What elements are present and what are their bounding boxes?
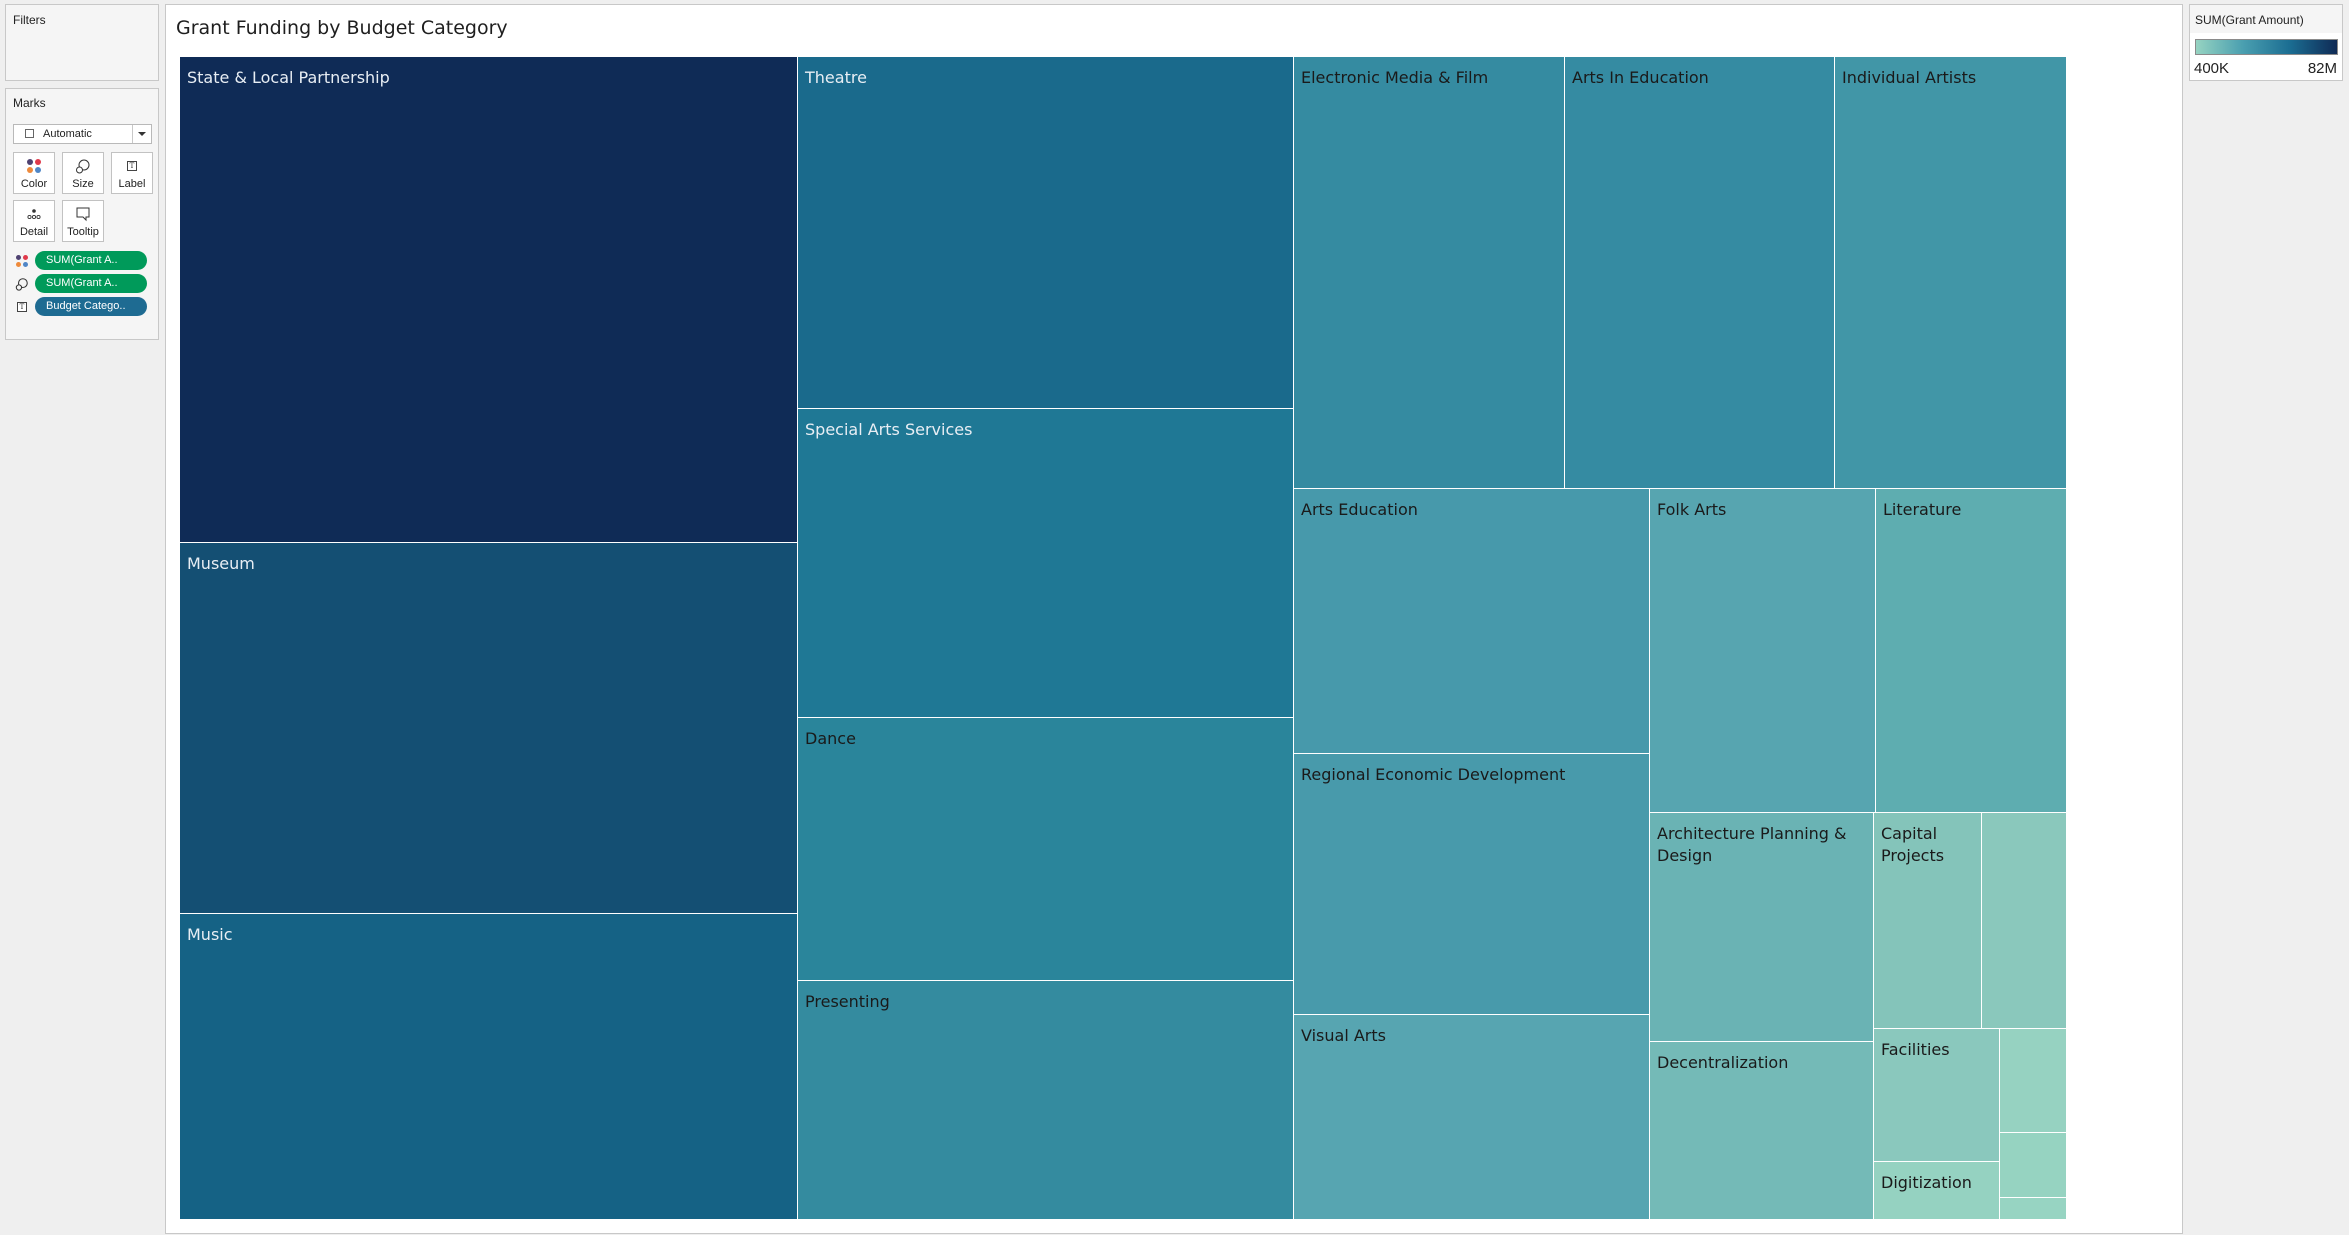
treemap-tile-electronic-media-and-film[interactable]: Electronic Media & Film [1294,57,1565,489]
treemap-tile-individual-artists[interactable]: Individual Artists [1835,57,2067,489]
tooltip-button[interactable]: Tooltip [62,200,104,242]
treemap-tile-unlabeled-18[interactable] [1982,813,2067,1029]
tooltip-button-label: Tooltip [67,226,99,238]
treemap-tile-label: Visual Arts [1301,1026,1386,1045]
treemap-tile-literature[interactable]: Literature [1876,489,2067,813]
tooltip-speech-icon [63,206,103,222]
size-button[interactable]: Size [62,152,104,194]
treemap-tile-regional-economic-development[interactable]: Regional Economic Development [1294,754,1650,1015]
label-text-icon: T [112,158,152,174]
treemap-tile-unlabeled-22[interactable] [2000,1133,2067,1198]
color-button-label: Color [20,178,48,190]
treemap-tile-label: Theatre [805,68,867,87]
treemap-tile-arts-education[interactable]: Arts Education [1294,489,1650,754]
treemap-tile-decentralization[interactable]: Decentralization [1650,1042,1874,1220]
label-text-icon: T [15,300,29,314]
legend-min-label: 400K [2194,60,2230,77]
treemap-tile-label: Digitization [1881,1173,1972,1192]
size-circles-icon [63,158,103,174]
color-button[interactable]: Color [13,152,55,194]
treemap-tile-label: Special Arts Services [805,420,973,439]
treemap-tile-museum[interactable]: Museum [180,543,798,914]
treemap-tile-music[interactable]: Music [180,914,798,1220]
treemap: State & Local Partnership Museum Music Thea… [180,57,2067,1220]
treemap-tile-label: Arts Education [1301,500,1418,519]
chevron-down-icon[interactable] [132,125,151,143]
detail-button-label: Detail [19,226,49,238]
treemap-tile-label: Architecture Planning & Design [1657,824,1847,865]
treemap-tile-facilities[interactable]: Facilities [1874,1029,2000,1162]
detail-dots-icon [14,206,54,222]
treemap-tile-theatre[interactable]: Theatre [798,57,1294,409]
treemap-tile-special-arts-services[interactable]: Special Arts Services [798,409,1294,718]
marks-title: Marks [13,96,46,110]
label-button[interactable]: T Label [111,152,153,194]
legend-gradient-bar [2195,39,2338,55]
treemap-tile-folk-arts[interactable]: Folk Arts [1650,489,1876,813]
color-dots-icon [14,158,54,174]
legend-title: SUM(Grant Amount) [2190,5,2342,33]
treemap-tile-dance[interactable]: Dance [798,718,1294,981]
treemap-tile-architecture-planning-and-design[interactable]: Architecture Planning & Design [1650,813,1874,1042]
mark-type-square-icon [25,129,34,138]
treemap-tile-label: Individual Artists [1842,68,1977,87]
detail-button[interactable]: Detail [13,200,55,242]
treemap-tile-arts-in-education[interactable]: Arts In Education [1565,57,1835,489]
label-button-label: Label [118,178,146,190]
treemap-tile-label: Capital Projects [1881,824,1945,865]
color-legend[interactable]: SUM(Grant Amount) 400K 82M [2189,4,2343,81]
mark-type-value: Automatic [43,128,92,140]
color-dots-icon [15,254,29,268]
marks-card: Marks Automatic Color Size T Label Detai… [5,88,159,340]
filters-title: Filters [13,13,46,27]
legend-max-label: 82M [2307,60,2337,77]
size-circles-icon [15,277,29,291]
treemap-tile-label: Literature [1883,500,1962,519]
treemap-tile-unlabeled-21[interactable] [2000,1029,2067,1133]
treemap-tile-label: Regional Economic Development [1301,765,1566,784]
size-field-pill[interactable]: SUM(Grant A.. [35,274,147,293]
filters-shelf[interactable]: Filters [5,4,159,81]
label-pill-row: T Budget Catego.. [13,297,155,317]
treemap-tile-label: Facilities [1881,1040,1950,1059]
treemap-tile-label: Electronic Media & Film [1301,68,1489,87]
size-pill-row: SUM(Grant A.. [13,274,155,294]
treemap-tile-presenting[interactable]: Presenting [798,981,1294,1220]
size-button-label: Size [72,178,94,190]
treemap-tile-label: Music [187,925,233,944]
treemap-tile-label: Arts In Education [1572,68,1709,87]
treemap-tile-label: Dance [805,729,856,748]
color-pill-row: SUM(Grant A.. [13,251,155,271]
treemap-tile-state-and-local-partnership[interactable]: State & Local Partnership [180,57,798,543]
treemap-tile-label: Museum [187,554,255,573]
treemap-tile-label: State & Local Partnership [187,68,390,87]
label-field-pill[interactable]: Budget Catego.. [35,297,147,316]
treemap-tile-digitization[interactable]: Digitization [1874,1162,2000,1220]
treemap-tile-capital-projects[interactable]: Capital Projects [1874,813,1982,1029]
treemap-tile-unlabeled-23[interactable] [2000,1198,2067,1220]
treemap-tile-label: Folk Arts [1657,500,1727,519]
chart-title: Grant Funding by Budget Category [176,17,508,39]
color-field-pill[interactable]: SUM(Grant A.. [35,251,147,270]
treemap-tile-label: Presenting [805,992,890,1011]
mark-type-dropdown[interactable]: Automatic [13,124,152,144]
treemap-tile-visual-arts[interactable]: Visual Arts [1294,1015,1650,1220]
treemap-tile-label: Decentralization [1657,1053,1789,1072]
